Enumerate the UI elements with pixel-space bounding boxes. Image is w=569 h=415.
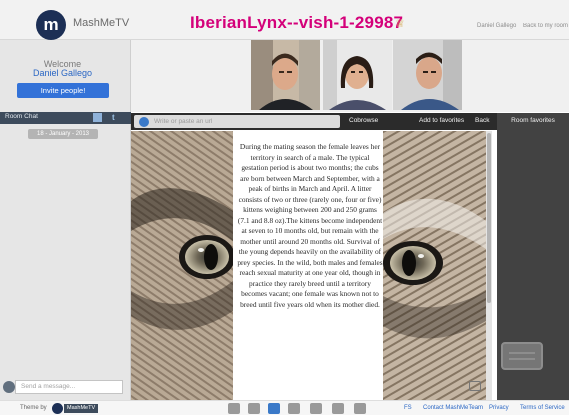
group-icon[interactable] bbox=[354, 403, 366, 414]
film-icon[interactable] bbox=[228, 403, 240, 414]
heart-icon[interactable] bbox=[248, 403, 260, 414]
room-favorites-label[interactable]: Room favorites bbox=[497, 117, 569, 124]
cobrowse-button[interactable]: Cobrowse bbox=[349, 117, 378, 124]
footer-link-privacy[interactable]: Privacy bbox=[489, 405, 509, 411]
participant-1-video bbox=[251, 40, 320, 110]
back-to-my-room-link[interactable]: Back to my room bbox=[523, 23, 569, 29]
footer-logo-icon bbox=[52, 403, 63, 414]
url-bar[interactable]: Write or paste an url bbox=[134, 115, 340, 128]
people-footer-icon[interactable] bbox=[310, 403, 322, 414]
cobrowse-content[interactable]: During the mating season the female leav… bbox=[131, 131, 497, 400]
facebook-icon[interactable] bbox=[93, 113, 102, 122]
twitter-icon[interactable]: t bbox=[112, 113, 115, 122]
chat-message-input[interactable]: Send a message... bbox=[15, 380, 123, 394]
app-footer: Theme by MashMeTV FS Contact MashMeTeam … bbox=[0, 400, 569, 415]
footer-link-terms[interactable]: Terms of Service bbox=[520, 405, 565, 411]
video-participant-2[interactable] bbox=[323, 40, 392, 110]
chat-widget-icon[interactable] bbox=[501, 342, 543, 370]
welcome-user-name[interactable]: Daniel Gallego bbox=[0, 68, 125, 78]
footer-link-fs[interactable]: FS bbox=[404, 405, 412, 411]
participant-3-video bbox=[393, 40, 462, 110]
chat-avatar-icon bbox=[3, 381, 15, 393]
scroll-thumb[interactable] bbox=[487, 133, 491, 303]
content-scrollbar[interactable] bbox=[486, 131, 492, 400]
left-sidebar: Welcome Daniel Gallego Invite people! Ro… bbox=[0, 40, 131, 400]
people-icon: ♕ bbox=[395, 18, 405, 30]
globe-icon bbox=[139, 117, 149, 127]
url-input[interactable]: Write or paste an url bbox=[154, 117, 212, 126]
footer-theme-badge[interactable]: MashMeTV bbox=[64, 404, 99, 413]
mashme-logo-icon[interactable]: m bbox=[36, 10, 66, 40]
add-to-favorites-button[interactable]: Add to favorites bbox=[419, 117, 464, 124]
participant-2-video bbox=[323, 40, 392, 110]
app-header: m MashMeTV IberianLynx--vish-1-29987 ♕ D… bbox=[0, 0, 569, 40]
video-participant-1[interactable] bbox=[251, 40, 320, 110]
video-strip bbox=[131, 40, 569, 112]
chat-date-pill: 18 - January - 2013 bbox=[28, 129, 98, 139]
gamepad-icon[interactable] bbox=[288, 403, 300, 414]
footer-link-contact[interactable]: Contact MashMeTeam bbox=[423, 405, 483, 411]
room-chat-header: Room Chat t bbox=[0, 112, 131, 124]
theme-by-label: Theme by bbox=[20, 405, 47, 411]
globe-footer-icon[interactable] bbox=[268, 403, 280, 414]
article-text: During the mating season the female leav… bbox=[237, 142, 383, 309]
room-chat-title: Room Chat bbox=[5, 113, 38, 120]
invite-people-button[interactable]: Invite people! bbox=[17, 83, 109, 98]
expand-icon[interactable] bbox=[469, 381, 481, 391]
app-name[interactable]: MashMeTV bbox=[73, 17, 129, 29]
chart-icon[interactable] bbox=[332, 403, 344, 414]
back-button[interactable]: Back bbox=[475, 117, 489, 124]
room-title: IberianLynx--vish-1-29987 bbox=[190, 13, 404, 32]
video-participant-3[interactable] bbox=[393, 40, 462, 110]
header-user-link[interactable]: Daniel Gallego bbox=[477, 23, 516, 29]
